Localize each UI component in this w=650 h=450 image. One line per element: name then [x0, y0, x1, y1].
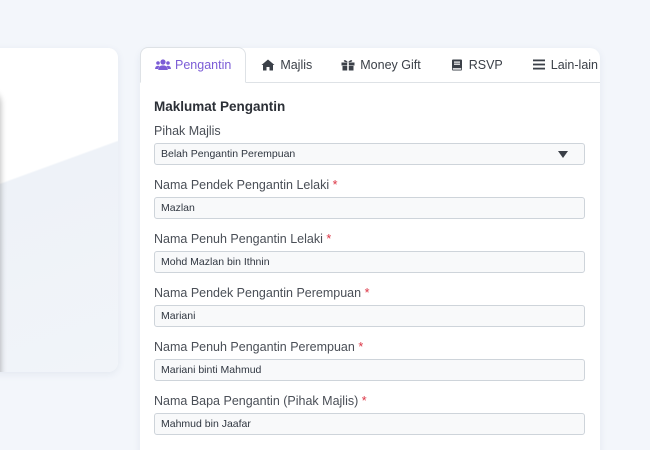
input-value: Mariani binti Mahmud: [161, 364, 262, 376]
pengantin-form: Maklumat Pengantin Pihak Majlis Belah Pe…: [140, 83, 600, 435]
required-mark: *: [361, 394, 367, 408]
tab-label: Pengantin: [175, 58, 232, 72]
field-label: Nama Bapa Pengantin (Pihak Majlis) *: [154, 394, 367, 408]
gift-icon: [340, 58, 356, 72]
caret-down-icon: [558, 150, 568, 158]
nama-penuh-perempuan-input[interactable]: Mariani binti Mahmud: [154, 359, 585, 381]
tab-label: RSVP: [468, 57, 503, 72]
pihak-majlis-field: Pihak Majlis Belah Pengantin Perempuan: [154, 124, 586, 165]
book-icon: [449, 58, 465, 72]
section-title: Maklumat Pengantin: [154, 99, 286, 114]
tab-bar: Pengantin Majlis Money Gift RSVP Lain-la…: [140, 47, 600, 83]
tab-label: Majlis: [280, 57, 313, 72]
nama-bapa-input[interactable]: Mahmud bin Jaafar: [154, 413, 585, 435]
tab-label: Lain-lain: [550, 57, 599, 72]
field-label: Nama Penuh Pengantin Perempuan *: [154, 340, 364, 354]
home-icon: [260, 58, 276, 72]
tab-majlis[interactable]: Majlis: [246, 47, 326, 82]
required-mark: *: [364, 286, 370, 300]
required-mark: *: [332, 178, 338, 192]
field-label: Nama Penuh Pengantin Lelaki *: [154, 232, 332, 246]
tab-lain-lain[interactable]: Lain-lain: [517, 47, 612, 82]
invitation-preview-card: [0, 48, 118, 372]
nama-penuh-lelaki-input[interactable]: Mohd Mazlan bin Ithnin: [154, 251, 585, 273]
field-label: Nama Pendek Pengantin Perempuan *: [154, 286, 370, 300]
input-value: Mazlan: [161, 202, 195, 214]
preview-background: [0, 48, 118, 372]
nama-pendek-perempuan-field: Nama Pendek Pengantin Perempuan * Marian…: [154, 286, 586, 327]
nama-pendek-lelaki-input[interactable]: Mazlan: [154, 197, 585, 219]
users-icon: [155, 58, 171, 72]
nama-penuh-perempuan-field: Nama Penuh Pengantin Perempuan * Mariani…: [154, 340, 586, 381]
nama-pendek-lelaki-field: Nama Pendek Pengantin Lelaki * Mazlan: [154, 178, 586, 219]
nama-pendek-perempuan-input[interactable]: Mariani: [154, 305, 585, 327]
field-label: Nama Pendek Pengantin Lelaki *: [154, 178, 338, 192]
input-value: Mohd Mazlan bin Ithnin: [161, 256, 270, 268]
nama-bapa-field: Nama Bapa Pengantin (Pihak Majlis) * Mah…: [154, 394, 586, 435]
pihak-majlis-label: Pihak Majlis: [154, 124, 221, 138]
tab-money-gift[interactable]: Money Gift: [326, 47, 434, 82]
pihak-majlis-value: Belah Pengantin Perempuan: [161, 148, 296, 160]
nama-penuh-lelaki-field: Nama Penuh Pengantin Lelaki * Mohd Mazla…: [154, 232, 586, 273]
bars-icon: [531, 58, 547, 72]
input-value: Mariani: [161, 310, 196, 322]
required-mark: *: [358, 340, 364, 354]
form-card: Pengantin Majlis Money Gift RSVP Lain-la…: [140, 47, 600, 450]
required-mark: *: [326, 232, 332, 246]
tab-pengantin[interactable]: Pengantin: [140, 47, 247, 83]
tab-rsvp[interactable]: RSVP: [435, 47, 517, 82]
tab-label: Money Gift: [360, 57, 421, 72]
pihak-majlis-select[interactable]: Belah Pengantin Perempuan: [154, 143, 585, 165]
input-value: Mahmud bin Jaafar: [161, 418, 251, 430]
